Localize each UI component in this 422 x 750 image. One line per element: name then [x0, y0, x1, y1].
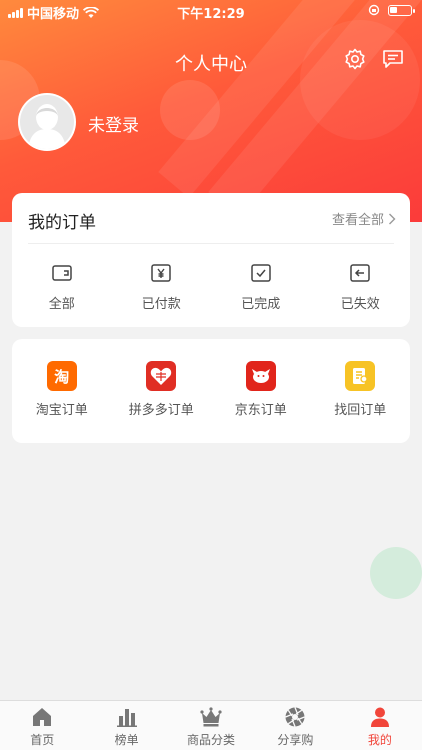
view-all-label: 查看全部	[331, 213, 384, 228]
bottom-tab-bar: 首页 榜单 商品分类 分享购 我的	[0, 700, 422, 750]
heart-icon	[151, 367, 172, 385]
order-filter-label: 已完成	[241, 297, 281, 312]
check-box-icon	[251, 264, 271, 282]
order-filter-paid[interactable]: 已付款	[112, 261, 212, 312]
avatar[interactable]	[18, 93, 76, 151]
tab-home[interactable]: 首页	[0, 701, 84, 750]
tab-label: 我的	[367, 733, 392, 747]
order-filter-label: 已付款	[141, 297, 181, 312]
find-order-button[interactable]: 找回订单	[311, 361, 411, 418]
battery-icon	[388, 4, 415, 16]
tab-mine[interactable]: 我的	[338, 701, 422, 750]
person-icon	[370, 707, 389, 727]
floating-bubble[interactable]	[370, 547, 422, 599]
platform-label: 京东订单	[234, 403, 287, 418]
crown-icon	[200, 707, 222, 727]
orders-title: 我的订单	[28, 213, 96, 233]
platform-label: 拼多多订单	[128, 403, 194, 418]
orders-card: 我的订单 查看全部 全部 已付款 已完成 已失效	[12, 193, 410, 327]
login-status-text[interactable]: 未登录	[88, 111, 139, 136]
tab-label: 榜单	[114, 733, 139, 747]
bar-chart-icon	[116, 709, 137, 727]
status-bar: 中国移动 下午12:29	[0, 0, 422, 22]
divider	[28, 243, 394, 244]
yen-icon	[151, 264, 171, 282]
taobao-icon: 淘	[46, 361, 77, 391]
jd-orders-button[interactable]: 京东订单	[211, 361, 311, 418]
order-filter-label: 全部	[48, 297, 75, 312]
platform-orders-card: 淘 淘宝订单 拼多多订单 京东订单 找回订单	[12, 339, 410, 443]
message-icon[interactable]	[381, 47, 405, 71]
order-filter-expired[interactable]: 已失效	[311, 261, 411, 312]
dog-icon	[251, 369, 270, 383]
wallet-icon	[52, 265, 72, 281]
find-order-icon	[345, 361, 376, 391]
clock: 下午12:29	[177, 7, 245, 22]
order-filter-completed[interactable]: 已完成	[211, 261, 311, 312]
orientation-lock-icon	[368, 4, 380, 16]
document-search-icon	[353, 368, 368, 384]
tab-label: 首页	[30, 733, 55, 747]
jd-icon	[245, 361, 276, 391]
tab-label: 商品分类	[187, 733, 236, 747]
return-icon	[350, 264, 370, 282]
view-all-orders-link[interactable]: 查看全部	[332, 209, 396, 228]
tab-categories[interactable]: 商品分类	[169, 701, 253, 750]
chevron-right-icon	[389, 213, 396, 224]
taobao-orders-button[interactable]: 淘 淘宝订单	[12, 361, 112, 418]
home-icon	[33, 708, 52, 726]
tab-rankings[interactable]: 榜单	[84, 701, 168, 750]
platform-label: 淘宝订单	[35, 403, 88, 418]
aperture-icon	[285, 707, 306, 727]
pinduoduo-icon	[146, 361, 177, 391]
order-filter-label: 已失效	[340, 297, 380, 312]
tab-share-buy[interactable]: 分享购	[253, 701, 337, 750]
tab-label: 分享购	[277, 733, 314, 747]
default-avatar-icon	[20, 95, 74, 149]
gear-icon[interactable]	[343, 47, 367, 71]
pinduoduo-orders-button[interactable]: 拼多多订单	[112, 361, 212, 418]
platform-label: 找回订单	[334, 403, 387, 418]
order-filter-all[interactable]: 全部	[12, 261, 112, 312]
